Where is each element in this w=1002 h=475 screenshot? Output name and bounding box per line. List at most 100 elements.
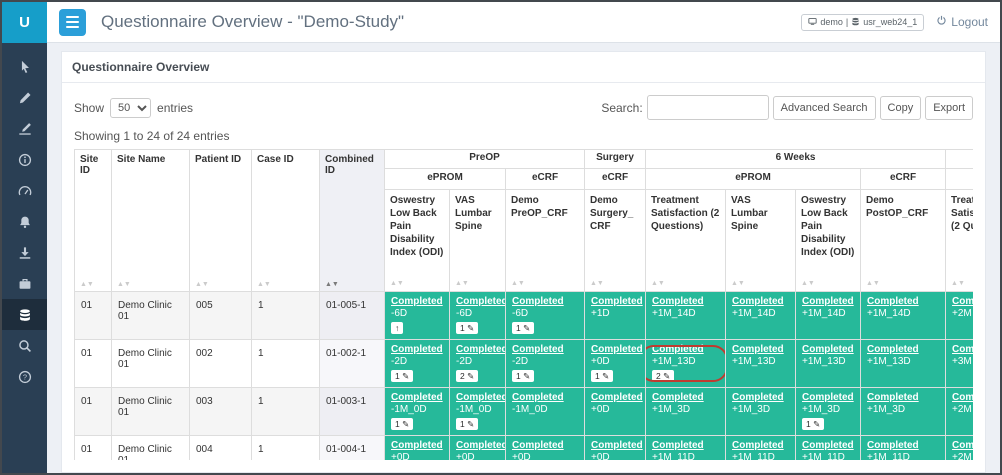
edit-badge[interactable]: 1 ✎: [802, 418, 824, 430]
column-header-treatment-satisfaction-2-questions[interactable]: Treatment Satisfaction (2 Questions)▲▼: [946, 190, 973, 292]
completed-link[interactable]: Completed: [456, 440, 506, 451]
completed-link[interactable]: Completed: [802, 296, 854, 307]
patient-id-cell: 002: [190, 340, 252, 388]
period-label: +2M: [952, 404, 973, 415]
edit-badge[interactable]: 1 ✎: [456, 322, 478, 334]
info-icon: [18, 153, 32, 167]
column-header-case-id[interactable]: Case ID▲▼: [252, 150, 320, 292]
completed-link[interactable]: Completed: [802, 440, 854, 451]
column-header-site-id[interactable]: Site ID▲▼: [75, 150, 112, 292]
completed-link[interactable]: Completed: [732, 344, 784, 355]
column-header-oswestry-low-back-pain-disability-index-odi[interactable]: Oswestry Low Back Pain Disability Index …: [385, 190, 450, 292]
completed-link[interactable]: Completed: [591, 296, 643, 307]
period-label: +2M: [952, 308, 973, 319]
completed-link[interactable]: Completed: [391, 296, 443, 307]
completed-link[interactable]: Completed: [512, 344, 564, 355]
completed-link[interactable]: Completed: [591, 392, 643, 403]
sidebar-item-pen[interactable]: [2, 113, 47, 144]
column-header-oswestry-low-back-pain-disability-index-odi[interactable]: Oswestry Low Back Pain Disability Index …: [796, 190, 861, 292]
edit-badge[interactable]: 1 ✎: [391, 370, 413, 382]
period-label: +1M_14D: [652, 308, 719, 319]
completed-link[interactable]: Completed: [802, 344, 854, 355]
patient-id-cell: 005: [190, 292, 252, 340]
completed-link[interactable]: Completed: [952, 296, 973, 307]
completed-link[interactable]: Completed: [867, 344, 919, 355]
visit-group-header: [946, 150, 973, 169]
completed-link[interactable]: Completed: [512, 296, 564, 307]
completed-link[interactable]: Completed: [391, 392, 443, 403]
questionnaire-status-cell: Completed+1M_11D: [796, 436, 861, 461]
completed-link[interactable]: Completed: [456, 392, 506, 403]
column-header-demo-preop-crf[interactable]: Demo PreOP_CRF▲▼: [506, 190, 585, 292]
sidebar-item-pencil[interactable]: [2, 82, 47, 113]
sort-icon: ▲▼: [801, 279, 815, 288]
completed-link[interactable]: Completed: [391, 440, 443, 451]
sidebar-item-database[interactable]: [2, 299, 47, 330]
app-window: U ? Questionnaire Overview - "Demo-Study…: [0, 0, 1002, 475]
column-header-demo-postop-crf[interactable]: Demo PostOP_CRF▲▼: [861, 190, 946, 292]
period-label: +0D: [512, 452, 578, 460]
upload-badge[interactable]: ↑: [391, 322, 403, 334]
sidebar-item-briefcase[interactable]: [2, 268, 47, 299]
completed-link[interactable]: Completed: [952, 344, 973, 355]
sidebar-item-search[interactable]: [2, 330, 47, 361]
completed-link[interactable]: Completed: [652, 344, 704, 355]
entries-select[interactable]: 50: [110, 98, 151, 118]
completed-link[interactable]: Completed: [732, 296, 784, 307]
completed-link[interactable]: Completed: [391, 344, 443, 355]
column-header-vas-lumbar-spine[interactable]: VAS Lumbar Spine▲▼: [726, 190, 796, 292]
sidebar-item-dashboard[interactable]: [2, 175, 47, 206]
completed-link[interactable]: Completed: [456, 344, 506, 355]
period-label: +0D: [591, 452, 639, 460]
completed-link[interactable]: Completed: [591, 440, 643, 451]
column-header-treatment-satisfaction-2-questions[interactable]: Treatment Satisfaction (2 Questions)▲▼: [646, 190, 726, 292]
completed-link[interactable]: Completed: [952, 392, 973, 403]
sidebar-item-download[interactable]: [2, 237, 47, 268]
completed-link[interactable]: Completed: [512, 440, 564, 451]
menu-toggle-button[interactable]: [59, 9, 86, 36]
questionnaire-status-cell: Completed+0D1 ✎: [585, 436, 646, 461]
column-header-site-name[interactable]: Site Name▲▼: [112, 150, 190, 292]
completed-link[interactable]: Completed: [867, 296, 919, 307]
column-header-combined-id[interactable]: Combined ID▲▼: [320, 150, 385, 292]
period-label: -6D: [512, 308, 578, 319]
edit-badge[interactable]: 1 ✎: [456, 418, 478, 430]
questionnaire-status-cell: Completed+1M_3D: [726, 388, 796, 436]
completed-link[interactable]: Completed: [652, 392, 704, 403]
edit-badge[interactable]: 1 ✎: [512, 370, 534, 382]
questionnaire-status-cell: Completed+1M_13D: [861, 340, 946, 388]
edit-badge[interactable]: 2 ✎: [652, 370, 674, 382]
completed-link[interactable]: Completed: [591, 344, 643, 355]
edit-badge[interactable]: 1 ✎: [512, 322, 534, 334]
sidebar-item-info[interactable]: [2, 144, 47, 175]
advanced-search-button[interactable]: Advanced Search: [773, 96, 876, 120]
user-session-badge[interactable]: demo | usr_web24_1: [801, 14, 924, 31]
column-header-demo-surgery-crf[interactable]: Demo Surgery_CRF▲▼: [585, 190, 646, 292]
questionnaire-status-cell: Completed-6D1 ✎: [450, 292, 506, 340]
completed-link[interactable]: Completed: [802, 392, 854, 403]
search-input[interactable]: [647, 95, 769, 120]
completed-link[interactable]: Completed: [652, 440, 704, 451]
edit-badge[interactable]: 2 ✎: [456, 370, 478, 382]
completed-link[interactable]: Completed: [456, 296, 506, 307]
edit-badge[interactable]: 1 ✎: [391, 418, 413, 430]
completed-link[interactable]: Completed: [867, 392, 919, 403]
column-header-patient-id[interactable]: Patient ID▲▼: [190, 150, 252, 292]
completed-link[interactable]: Completed: [512, 392, 564, 403]
completed-link[interactable]: Completed: [652, 296, 704, 307]
completed-link[interactable]: Completed: [732, 440, 784, 451]
logout-link[interactable]: Logout: [936, 15, 988, 29]
briefcase-icon: [18, 277, 32, 291]
sidebar-item-help[interactable]: ?: [2, 361, 47, 392]
export-button[interactable]: Export: [925, 96, 973, 120]
sidebar-item-bell[interactable]: [2, 206, 47, 237]
completed-link[interactable]: Completed: [732, 392, 784, 403]
copy-button[interactable]: Copy: [880, 96, 922, 120]
column-header-vas-lumbar-spine[interactable]: VAS Lumbar Spine▲▼: [450, 190, 506, 292]
app-logo[interactable]: U: [2, 2, 47, 43]
edit-badge[interactable]: 1 ✎: [591, 370, 613, 382]
questionnaire-status-cell: Completed-6D 1 ✎: [506, 292, 585, 340]
sidebar-item-hand-pointer[interactable]: [2, 51, 47, 82]
completed-link[interactable]: Completed: [952, 440, 973, 451]
completed-link[interactable]: Completed: [867, 440, 919, 451]
